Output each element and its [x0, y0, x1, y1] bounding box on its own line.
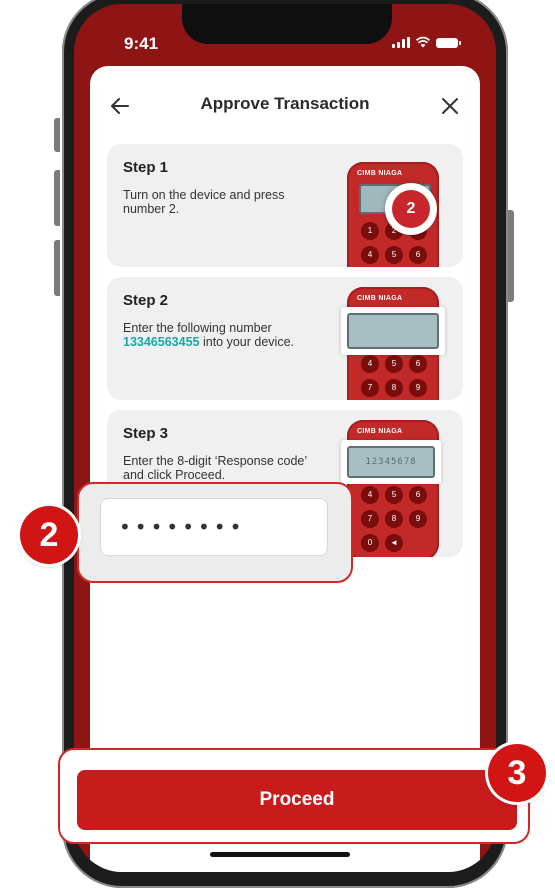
step-title: Step 3	[123, 425, 169, 442]
page-title: Approve Transaction	[200, 94, 370, 113]
step-card-1: Step 1 Turn on the device and press numb…	[107, 144, 463, 267]
status-bar: 9:41	[74, 4, 496, 64]
step-description: Enter the following number 13346563455 i…	[123, 321, 313, 349]
battery-icon	[436, 38, 461, 48]
phone-screen: 9:41 Approve Transaction Step 1 Turn on …	[74, 4, 496, 872]
nav-bar: Approve Transaction	[90, 66, 480, 146]
phone-volume-down	[54, 240, 60, 296]
challenge-code: 13346563455	[123, 335, 200, 349]
device-brand: CIMB NIAGA	[357, 170, 403, 177]
device-response-display: 12345678	[365, 457, 417, 467]
step-card-2: Step 2 Enter the following number 133465…	[107, 277, 463, 400]
device-keypad: 456 789	[361, 355, 433, 397]
step-description: Enter the 8-digit ‘Response code’ and cl…	[123, 454, 307, 482]
callout-number-2: 2	[20, 506, 78, 564]
proceed-button[interactable]: Proceed	[77, 770, 517, 830]
device-screen-highlight: 12345678	[341, 440, 441, 484]
device-screen-highlight	[341, 307, 445, 355]
phone-volume-up	[54, 170, 60, 226]
step-title: Step 2	[123, 292, 169, 309]
close-icon[interactable]	[438, 94, 462, 118]
device-brand: CIMB NIAGA	[357, 295, 403, 302]
step-title: Step 1	[123, 159, 169, 176]
status-time: 9:41	[124, 34, 159, 53]
callout-number-3: 3	[488, 744, 546, 802]
status-icons	[392, 36, 461, 48]
phone-side-button	[54, 118, 60, 152]
phone-power-button	[508, 210, 514, 302]
highlighted-key: 2	[392, 190, 430, 228]
signal-icon	[392, 37, 410, 48]
device-keypad: 456 789 0 ◄	[361, 486, 433, 552]
notch	[182, 4, 392, 44]
step-description: Turn on the device and press number 2.	[123, 188, 285, 216]
step-text: Enter the following number	[123, 321, 272, 335]
response-code-input[interactable]: ••••••••	[100, 498, 328, 556]
key-highlight: 2	[385, 183, 437, 235]
wifi-icon	[416, 36, 430, 48]
home-indicator	[210, 852, 350, 857]
device-brand: CIMB NIAGA	[357, 428, 403, 435]
step-text: into your device.	[202, 335, 294, 349]
